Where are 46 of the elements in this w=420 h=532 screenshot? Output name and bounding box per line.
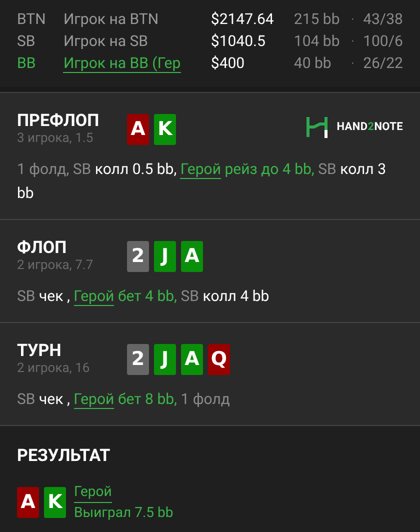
logo-text: HAND2NOTE [336,118,403,135]
player-stats: 26/22 [363,53,403,74]
playing-card: A [181,241,203,272]
action-line: 1 фолд, SB колл 0.5 bb, Герой рейз до 4 bb, SB колл 3 bb [17,159,387,204]
separator-dot: · [351,56,356,72]
street-title: ТУРН [17,341,62,361]
street-title: ФЛОП [17,238,68,258]
result-title: РЕЗУЛЬТАТ [17,446,112,466]
hero-link[interactable]: Герой [74,482,112,503]
hero-link[interactable]: Герой [74,390,114,409]
stack-amount: $1040.5 [210,31,266,52]
playing-card: A [181,344,203,375]
stack-amount: $2147.64 [210,9,275,30]
street-subtitle: 2 игрока, 7.7 [17,258,94,274]
hero-link[interactable]: Герой [74,287,114,306]
player-stats: 43/38 [363,9,403,30]
playing-card: K [154,114,176,145]
big-blinds: 40 bb [294,53,332,74]
stack-amount: $400 [210,53,246,74]
position-label: BB [17,53,37,74]
separator-dot: · [351,34,356,50]
player-stats: 100/6 [363,31,403,52]
street-subtitle: 2 игрока, 16 [17,361,91,377]
player-name[interactable]: Игрок на BB (Гер [63,54,181,73]
player-name: Игрок на BTN [63,10,159,28]
logo-icon [306,116,328,138]
position-label: SB [17,31,36,52]
playing-card: 2 [127,344,149,375]
position-label: BTN [17,9,47,30]
playing-card: J [154,241,176,272]
action-line: SB чек , Герой бет 4 bb, SB колл 4 bb [17,286,270,308]
playing-card: A [127,114,149,145]
street-subtitle: 3 игрока, 1.5 [17,131,94,147]
playing-card: A [17,487,39,518]
big-blinds: 215 bb [294,9,341,30]
playing-card: K [44,487,66,518]
big-blinds: 104 bb [294,31,341,52]
hero-link[interactable]: Герой [180,160,221,179]
separator-dot: · [351,12,356,28]
street-title: ПРЕФЛОП [17,111,100,131]
player-name: Игрок на SB [63,32,148,50]
action-line: SB чек , Герой бет 8 bb, 1 фолд [17,389,231,411]
result-outcome: Выиграл 7.5 bb [74,504,174,523]
playing-card: 2 [127,241,149,272]
playing-card: Q [208,344,230,375]
playing-card: J [154,344,176,375]
